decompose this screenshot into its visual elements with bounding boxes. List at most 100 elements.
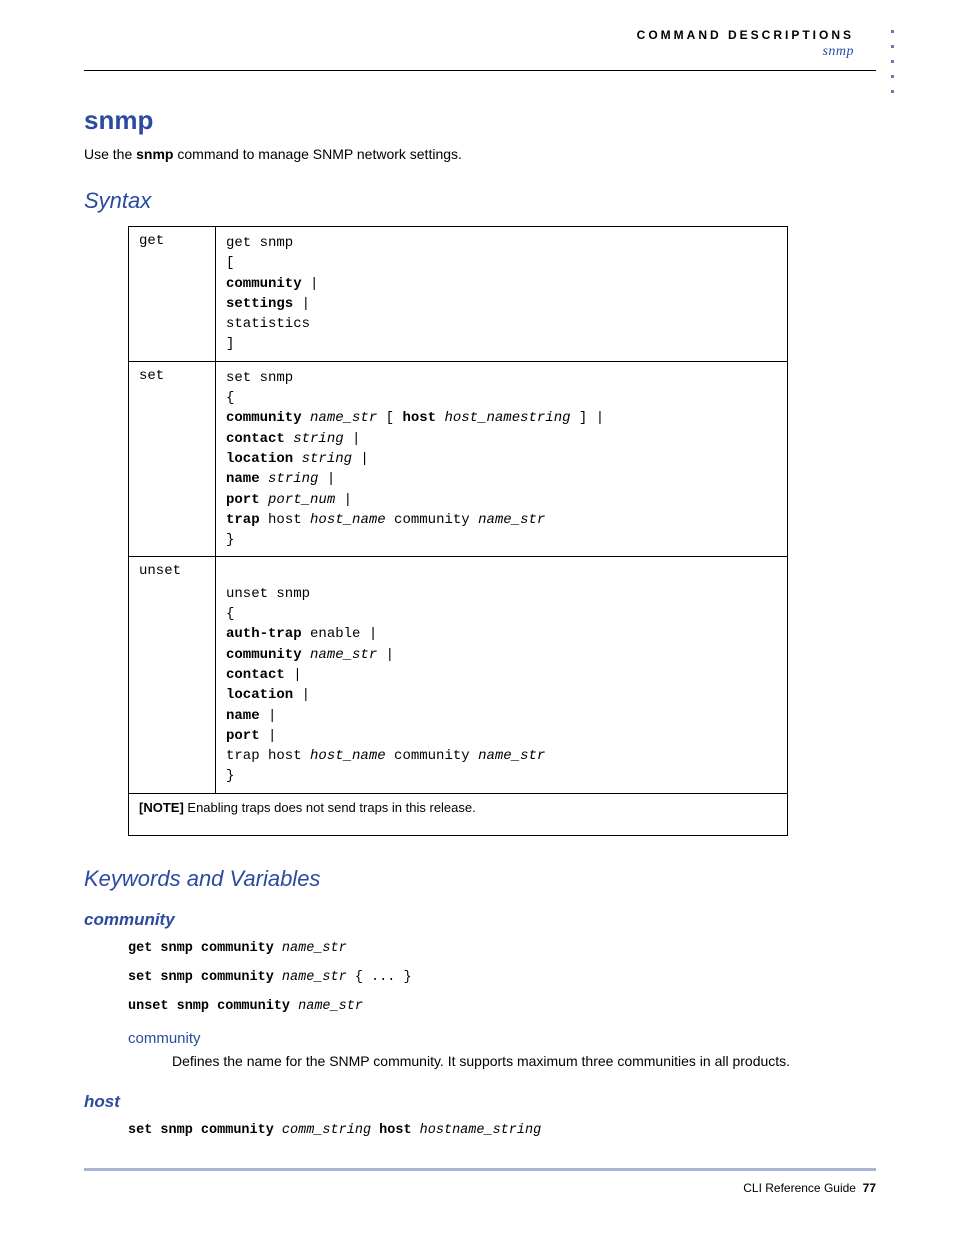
var: string: [293, 451, 352, 467]
syntax-line: set snmp: [226, 368, 777, 388]
var: name_str: [290, 999, 363, 1014]
syntax-line: statistics: [226, 314, 777, 334]
syntax-line: {: [226, 604, 777, 624]
page: COMMAND DESCRIPTIONS snmp snmp Use the s…: [0, 0, 954, 1235]
kv-community-subhead: community: [128, 1030, 876, 1047]
syntax-line: contact |: [226, 665, 777, 685]
var: name_str: [302, 647, 378, 663]
var: string: [260, 471, 319, 487]
header-titles: COMMAND DESCRIPTIONS snmp: [84, 28, 876, 60]
syntax-line: community name_str |: [226, 645, 777, 665]
syntax-line: }: [226, 530, 777, 550]
note-text: Enabling traps does not send traps in th…: [184, 800, 476, 815]
var: host_name: [310, 512, 386, 528]
syntax-line: location string |: [226, 449, 777, 469]
syntax-line: port port_num |: [226, 490, 777, 510]
syntax-line: name |: [226, 706, 777, 726]
var: string: [285, 431, 344, 447]
syntax-line: unset snmp: [226, 584, 777, 604]
syntax-note-row: [NOTE] Enabling traps does not send trap…: [129, 793, 788, 835]
var: comm_string: [274, 1123, 371, 1138]
syntax-body-cell: set snmp { community name_str [ host hos…: [216, 361, 788, 557]
kw: name: [226, 708, 260, 724]
page-header: COMMAND DESCRIPTIONS snmp: [84, 28, 876, 71]
dot-icon: [891, 90, 894, 93]
syntax-body-cell: get snmp [ community | settings | statis…: [216, 227, 788, 362]
header-section-title: COMMAND DESCRIPTIONS: [84, 28, 854, 42]
footer-page-number: 77: [863, 1181, 876, 1195]
sep: [: [377, 410, 402, 426]
sep: |: [285, 667, 302, 683]
intro-pre: Use the: [84, 146, 136, 162]
keywords-heading: Keywords and Variables: [84, 866, 876, 892]
footer-guide-label: CLI Reference Guide: [743, 1181, 856, 1195]
syntax-line: location |: [226, 685, 777, 705]
sep: |: [293, 296, 310, 312]
kw: settings: [226, 296, 293, 312]
kw: contact: [226, 667, 285, 683]
syntax-row-unset: unset unset snmp { auth-trap enable | co…: [129, 557, 788, 793]
syntax-line: ]: [226, 334, 777, 354]
syntax-table: get get snmp [ community | settings | st…: [128, 226, 788, 836]
txt: trap host: [226, 748, 310, 764]
footer-text: CLI Reference Guide 77: [743, 1181, 876, 1195]
code-line: set snmp community comm_string host host…: [128, 1122, 876, 1141]
syntax-line: community name_str [ host host_namestrin…: [226, 408, 777, 428]
txt: community: [386, 748, 478, 764]
txt: community: [386, 512, 478, 528]
syntax-line: trap host host_name community name_str: [226, 510, 777, 530]
footer-rule: [84, 1168, 876, 1171]
txt: enable |: [302, 626, 378, 642]
kv-host-code: set snmp community comm_string host host…: [128, 1122, 876, 1141]
syntax-line: {: [226, 388, 777, 408]
syntax-row-get: get get snmp [ community | settings | st…: [129, 227, 788, 362]
syntax-line: community |: [226, 274, 777, 294]
var: name_str: [274, 941, 347, 956]
sep: |: [344, 431, 361, 447]
var: host_namestring: [436, 410, 570, 426]
kw: location: [226, 687, 293, 703]
code-line: get snmp community name_str: [128, 940, 876, 959]
kw: community: [226, 276, 302, 292]
syntax-cmd-cell: get: [129, 227, 216, 362]
syntax-cmd-cell: unset: [129, 557, 216, 793]
syntax-line: trap host host_name community name_str: [226, 746, 777, 766]
kw: port: [226, 492, 260, 508]
var: host_name: [310, 748, 386, 764]
note-label: [NOTE]: [139, 800, 184, 815]
kv-community-code: get snmp community name_str set snmp com…: [128, 940, 876, 1017]
kw: get snmp community: [128, 941, 274, 956]
var: hostname_string: [412, 1123, 542, 1138]
kw: host: [371, 1123, 412, 1138]
var: name_str: [478, 512, 545, 528]
decorative-dots: [891, 30, 894, 93]
syntax-note-cell: [NOTE] Enabling traps does not send trap…: [129, 793, 788, 835]
kw: auth-trap: [226, 626, 302, 642]
syntax-line: get snmp: [226, 233, 777, 253]
syntax-body-cell: unset snmp { auth-trap enable | communit…: [216, 557, 788, 793]
command-title: snmp: [84, 105, 876, 136]
var: name_str: [302, 410, 378, 426]
kw: port: [226, 728, 260, 744]
syntax-line: settings |: [226, 294, 777, 314]
dot-icon: [891, 30, 894, 33]
code-line: set snmp community name_str { ... }: [128, 969, 876, 988]
sep: |: [335, 492, 352, 508]
syntax-line: port |: [226, 726, 777, 746]
kw: contact: [226, 431, 285, 447]
kw: location: [226, 451, 293, 467]
kv-community-heading: community: [84, 910, 876, 930]
code-line: unset snmp community name_str: [128, 998, 876, 1017]
sep: |: [377, 647, 394, 663]
kw: community: [226, 647, 302, 663]
syntax-cmd-cell: set: [129, 361, 216, 557]
sep: |: [260, 708, 277, 724]
syntax-heading: Syntax: [84, 188, 876, 214]
dot-icon: [891, 60, 894, 63]
intro-command: snmp: [136, 146, 173, 162]
txt: host: [260, 512, 310, 528]
syntax-line: [: [226, 253, 777, 273]
intro-post: command to manage SNMP network settings.: [173, 146, 461, 162]
syntax-line: [226, 563, 777, 583]
txt: { ... }: [347, 970, 412, 985]
